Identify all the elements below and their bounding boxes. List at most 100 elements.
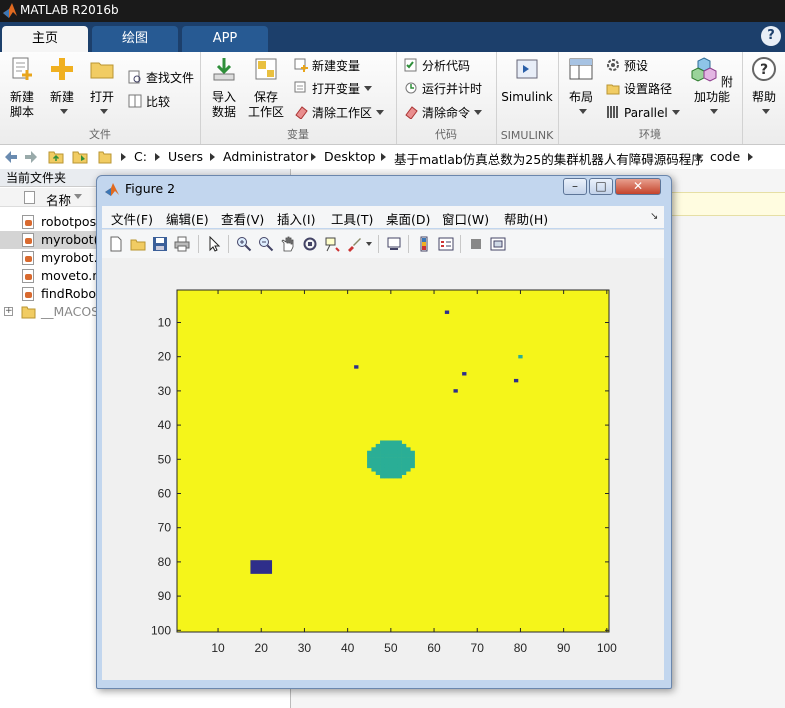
- robot-cell: [393, 474, 398, 479]
- robot-cell: [401, 450, 407, 455]
- robot-cell: [393, 447, 398, 452]
- minimize-button[interactable]: –: [563, 178, 587, 195]
- maximize-button[interactable]: □: [589, 178, 613, 195]
- open-variable-button[interactable]: 打开变量: [294, 79, 373, 99]
- pointer-icon[interactable]: [206, 236, 222, 252]
- data-cursor-icon[interactable]: [324, 236, 340, 252]
- matlab-figure-icon: [105, 183, 119, 196]
- y-tick-label: 40: [158, 418, 172, 432]
- environment-section: 布局 预设 设置路径 Parallel 附加功能 环境: [558, 52, 743, 144]
- menu-file[interactable]: 文件(F): [111, 209, 153, 228]
- robot-cell: [367, 450, 372, 455]
- import-data-button[interactable]: 导入 数据: [206, 56, 242, 120]
- matlab-logo-icon: [3, 3, 17, 18]
- breadcrumb-item[interactable]: Desktop: [324, 149, 376, 164]
- breadcrumb-item[interactable]: C:: [134, 149, 147, 164]
- robot-cell: [384, 440, 389, 445]
- find-files-button[interactable]: 查找文件: [128, 68, 194, 88]
- help-question-icon[interactable]: ?: [761, 26, 781, 46]
- clear-workspace-button[interactable]: 清除工作区: [294, 103, 385, 123]
- up-folder-icon[interactable]: [48, 149, 64, 164]
- new-button[interactable]: 新建: [44, 56, 80, 120]
- new-variable-button[interactable]: 新建变量: [294, 56, 360, 76]
- zoom-out-icon[interactable]: [258, 236, 274, 252]
- layout-icon: [569, 58, 593, 80]
- chevron-down-icon: [364, 86, 373, 91]
- analyze-code-button[interactable]: 分析代码: [404, 56, 470, 76]
- figure-canvas[interactable]: 10 20 30 40 50 60 70 80 90 100 10 20 30 40 50 60 70 80 90 1…: [102, 258, 664, 680]
- y-tick-label: 50: [158, 452, 172, 466]
- colorbar-icon[interactable]: [416, 236, 432, 252]
- print-icon[interactable]: [174, 236, 190, 252]
- file-section: 新建 脚本 新建 打开 查找文件 比较 文件: [0, 52, 201, 144]
- heatmap-plot[interactable]: 10 20 30 40 50 60 70 80 90 100 10 20 30 40 50 60 70 80 90 1…: [102, 258, 664, 680]
- link-plot-icon[interactable]: [386, 236, 402, 252]
- tab-plots[interactable]: 绘图: [92, 26, 178, 52]
- forward-arrow-icon[interactable]: [24, 150, 38, 164]
- variable-section: 导入 数据 保存 工作区 新建变量 打开变量 清除工作区 变量: [200, 52, 397, 144]
- file-icon: [24, 191, 35, 204]
- new-figure-icon[interactable]: [108, 236, 124, 252]
- robot-cell: [380, 461, 385, 465]
- breadcrumb-item[interactable]: 基于matlab仿真总数为25的集群机器人有障碍源码程序: [394, 149, 704, 168]
- parallel-icon: [607, 106, 618, 118]
- run-and-time-button[interactable]: 运行并计时: [404, 79, 482, 99]
- add-ons-button[interactable]: 附加功能: [686, 56, 738, 120]
- robot-cell: [371, 454, 377, 458]
- menu-view[interactable]: 查看(V): [221, 209, 264, 228]
- save-workspace-button[interactable]: 保存 工作区: [246, 56, 286, 120]
- back-arrow-icon[interactable]: [4, 150, 18, 164]
- menu-insert[interactable]: 插入(I): [277, 209, 315, 228]
- pan-hand-icon[interactable]: [280, 236, 296, 252]
- analyze-icon: [404, 58, 417, 72]
- robot-cell: [405, 450, 411, 455]
- rotate-3d-icon[interactable]: [302, 236, 318, 252]
- chevron-down-icon[interactable]: [366, 242, 372, 246]
- robot-cell: [405, 454, 411, 458]
- menu-window[interactable]: 窗口(W): [442, 209, 489, 228]
- ribbon-toolstrip: 新建 脚本 新建 打开 查找文件 比较 文件 导入 数据 保存 工作区 新建变量…: [0, 52, 785, 145]
- sort-down-icon[interactable]: [74, 194, 82, 199]
- browse-folder-icon[interactable]: [72, 149, 88, 164]
- hide-plot-tools-icon[interactable]: [468, 236, 484, 252]
- clear-commands-button[interactable]: 清除命令: [404, 103, 483, 123]
- robot-cell: [393, 454, 398, 458]
- dock-arrow-icon[interactable]: ↘: [650, 211, 658, 222]
- breadcrumb-separator-icon: [381, 153, 386, 161]
- close-button[interactable]: ✕: [615, 178, 661, 195]
- open-button[interactable]: 打开: [84, 56, 120, 120]
- name-column-header[interactable]: 名称: [46, 190, 71, 209]
- brush-icon[interactable]: [346, 236, 362, 252]
- compare-button[interactable]: 比较: [128, 92, 170, 112]
- menu-tools[interactable]: 工具(T): [331, 209, 373, 228]
- help-button[interactable]: ? 帮助: [746, 56, 782, 120]
- new-script-button[interactable]: 新建 脚本: [4, 56, 40, 120]
- breadcrumb-item[interactable]: code: [710, 149, 740, 164]
- zoom-in-icon[interactable]: [236, 236, 252, 252]
- save-icon[interactable]: [152, 236, 168, 252]
- breadcrumb-item[interactable]: Administrator: [223, 149, 308, 164]
- figure-titlebar[interactable]: Figure 2 – □ ✕: [97, 176, 671, 202]
- show-plot-tools-icon[interactable]: [490, 236, 506, 252]
- layout-button[interactable]: 布局: [564, 56, 598, 120]
- menu-edit[interactable]: 编辑(E): [166, 209, 209, 228]
- variable-section-label: 变量: [287, 128, 309, 141]
- simulink-button[interactable]: Simulink: [500, 56, 554, 105]
- toolbar-divider: [228, 235, 229, 253]
- legend-icon[interactable]: [438, 236, 454, 252]
- breadcrumb-item[interactable]: Users: [168, 149, 203, 164]
- robot-cell: [371, 457, 377, 462]
- robot-cell: [401, 443, 407, 448]
- tab-apps[interactable]: APP: [182, 26, 268, 52]
- robot-cell: [393, 450, 398, 455]
- tab-home[interactable]: 主页: [2, 26, 88, 52]
- new-script-icon: [12, 57, 32, 80]
- menu-help[interactable]: 帮助(H): [504, 209, 548, 228]
- set-path-button[interactable]: 设置路径: [606, 79, 672, 99]
- preferences-button[interactable]: 预设: [606, 56, 648, 76]
- menu-desktop[interactable]: 桌面(D): [386, 209, 430, 228]
- open-file-icon[interactable]: [130, 236, 146, 252]
- expand-plus-icon[interactable]: +: [4, 307, 13, 316]
- parallel-button[interactable]: Parallel: [606, 103, 680, 123]
- robot-cell: [384, 454, 389, 458]
